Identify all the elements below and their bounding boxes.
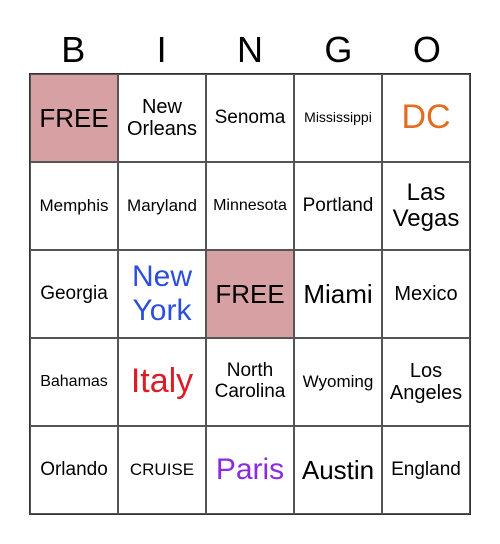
bingo-cell[interactable]: Mexico — [382, 250, 470, 338]
bingo-cell-free[interactable]: FREE — [206, 250, 294, 338]
bingo-cell[interactable]: Orlando — [30, 426, 118, 514]
bingo-cell[interactable]: Miami — [294, 250, 382, 338]
bingo-cell[interactable]: Maryland — [118, 162, 206, 250]
bingo-cell[interactable]: Portland — [294, 162, 382, 250]
bingo-cell[interactable]: Las Vegas — [382, 162, 470, 250]
bingo-cell[interactable]: DC — [382, 74, 470, 162]
bingo-cell[interactable]: Mississippi — [294, 74, 382, 162]
bingo-cell[interactable]: North Carolina — [206, 338, 294, 426]
bingo-cell-free[interactable]: FREE — [30, 74, 118, 162]
bingo-header: B I N G O — [29, 28, 471, 72]
bingo-cell[interactable]: CRUISE — [118, 426, 206, 514]
bingo-cell[interactable]: Senoma — [206, 74, 294, 162]
bingo-cell[interactable]: Wyoming — [294, 338, 382, 426]
bingo-cell[interactable]: Los Angeles — [382, 338, 470, 426]
bingo-cell[interactable]: Georgia — [30, 250, 118, 338]
header-letter-g: G — [324, 29, 353, 70]
bingo-cell[interactable]: New York — [118, 250, 206, 338]
header-letter-i: I — [156, 29, 167, 70]
header-letter-o: O — [412, 29, 441, 70]
bingo-cell[interactable]: Memphis — [30, 162, 118, 250]
bingo-cell[interactable]: Paris — [206, 426, 294, 514]
header-letter-b: B — [61, 29, 86, 70]
bingo-cell[interactable]: Bahamas — [30, 338, 118, 426]
header-letter-n: N — [237, 29, 264, 70]
bingo-cell[interactable]: Austin — [294, 426, 382, 514]
bingo-cell[interactable]: Minnesota — [206, 162, 294, 250]
bingo-cell[interactable]: New Orleans — [118, 74, 206, 162]
bingo-cell[interactable]: England — [382, 426, 470, 514]
bingo-cell[interactable]: Italy — [118, 338, 206, 426]
bingo-grid: FREE New Orleans Senoma Mississippi DC M… — [29, 73, 471, 515]
